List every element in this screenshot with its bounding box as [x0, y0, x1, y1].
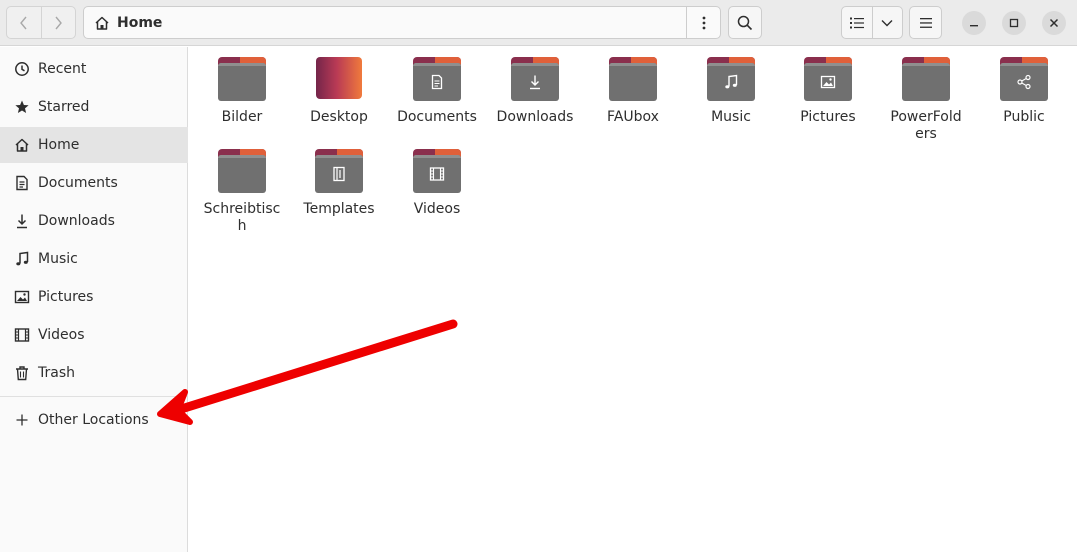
file-item-public[interactable]: Public [975, 57, 1073, 126]
file-name: Pictures [800, 109, 856, 125]
file-view: Bilder Desktop Documents Downloads FAUbo… [189, 47, 1077, 552]
sidebar-item-label: Documents [38, 175, 118, 191]
download-icon [13, 213, 30, 230]
file-item-faubox[interactable]: FAUbox [584, 57, 682, 126]
path-bar: Home [83, 6, 721, 39]
sidebar-item-label: Music [38, 251, 78, 267]
documents-folder-icon [413, 57, 461, 101]
file-name: Bilder [221, 109, 263, 125]
maximize-button[interactable] [1002, 11, 1026, 35]
file-item-bilder[interactable]: Bilder [193, 57, 291, 126]
search-icon [737, 15, 753, 30]
videos-folder-icon [413, 149, 461, 193]
pictures-folder-icon [804, 57, 852, 101]
back-button[interactable] [7, 7, 41, 38]
navigation-buttons [6, 6, 76, 39]
sidebar-item-label: Trash [38, 365, 75, 381]
file-name: Videos [413, 201, 461, 217]
minimize-icon [970, 25, 978, 27]
folder-icon [609, 57, 657, 101]
sidebar-item-label: Other Locations [38, 412, 149, 428]
desktop-folder-icon [316, 57, 362, 99]
sidebar-item-home[interactable]: Home [0, 127, 188, 163]
home-icon [13, 137, 30, 154]
file-item-schreibtisch[interactable]: Schreibtisch [193, 149, 291, 235]
main-menu-button[interactable] [909, 6, 942, 39]
plus-icon [13, 412, 30, 429]
folder-icon [902, 57, 950, 101]
file-name: PowerFolders [890, 109, 962, 142]
chevron-left-icon [20, 16, 27, 29]
sidebar-item-downloads[interactable]: Downloads [0, 203, 188, 239]
folder-icon [218, 57, 266, 101]
path-home-button[interactable]: Home [84, 7, 686, 38]
music-icon [13, 251, 30, 268]
sidebar-item-label: Recent [38, 61, 87, 77]
sidebar-item-documents[interactable]: Documents [0, 165, 188, 201]
file-name: FAUbox [607, 109, 659, 125]
minimize-button[interactable] [962, 11, 986, 35]
header-bar: Home [0, 0, 1077, 46]
close-button[interactable] [1042, 11, 1066, 35]
sidebar-item-starred[interactable]: Starred [0, 89, 188, 125]
sidebar: Recent Starred Home Documents Downloads … [0, 47, 188, 552]
file-item-templates[interactable]: Templates [290, 149, 388, 218]
file-item-pictures[interactable]: Pictures [779, 57, 877, 126]
document-icon [13, 175, 30, 192]
file-name: Schreibtisch [203, 201, 281, 234]
picture-icon [13, 289, 30, 306]
maximize-icon [1009, 18, 1019, 28]
trash-icon [13, 365, 30, 382]
kebab-menu-icon [702, 16, 705, 29]
sidebar-item-other-locations[interactable]: Other Locations [0, 402, 188, 438]
path-menu-button[interactable] [686, 7, 720, 38]
chevron-right-icon [55, 16, 63, 29]
list-view-button[interactable] [842, 7, 872, 38]
sidebar-item-label: Pictures [38, 289, 94, 305]
file-name: Templates [303, 201, 375, 217]
chevron-down-icon [881, 19, 893, 26]
hamburger-menu-icon [919, 17, 932, 28]
sidebar-item-pictures[interactable]: Pictures [0, 279, 188, 315]
file-name: Documents [397, 109, 477, 125]
sidebar-item-trash[interactable]: Trash [0, 355, 188, 391]
clock-icon [13, 61, 30, 78]
downloads-folder-icon [511, 57, 559, 101]
file-item-music[interactable]: Music [682, 57, 780, 126]
close-icon [1049, 18, 1059, 28]
sidebar-item-label: Videos [38, 327, 85, 343]
sidebar-item-label: Downloads [38, 213, 115, 229]
sidebar-separator [0, 396, 188, 397]
file-item-videos[interactable]: Videos [388, 149, 486, 218]
templates-folder-icon [315, 149, 363, 193]
sidebar-item-label: Home [38, 137, 80, 153]
file-item-downloads[interactable]: Downloads [486, 57, 584, 126]
file-item-documents[interactable]: Documents [388, 57, 486, 126]
file-name: Downloads [496, 109, 574, 125]
path-label: Home [117, 14, 163, 31]
star-icon [13, 99, 30, 116]
forward-button[interactable] [40, 7, 75, 38]
file-item-desktop[interactable]: Desktop [290, 57, 388, 126]
sidebar-item-videos[interactable]: Videos [0, 317, 188, 353]
file-name: Music [711, 109, 751, 125]
sidebar-item-recent[interactable]: Recent [0, 51, 188, 87]
file-name: Public [1003, 109, 1045, 125]
home-icon [95, 16, 109, 30]
sidebar-item-label: Starred [38, 99, 90, 115]
music-folder-icon [707, 57, 755, 101]
view-options-button[interactable] [871, 7, 903, 38]
list-view-icon [849, 17, 864, 28]
sidebar-item-music[interactable]: Music [0, 241, 188, 277]
search-button[interactable] [728, 6, 762, 39]
public-folder-icon [1000, 57, 1048, 101]
file-name: Desktop [310, 109, 368, 125]
folder-icon [218, 149, 266, 193]
file-item-powerfolders[interactable]: PowerFolders [877, 57, 975, 143]
film-icon [13, 327, 30, 344]
view-toggle-group [841, 6, 903, 39]
